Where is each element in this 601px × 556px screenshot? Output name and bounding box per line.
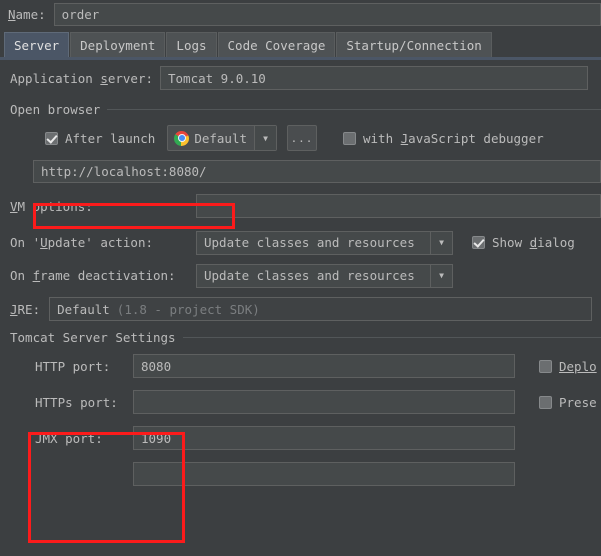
tomcat-settings-section-header: Tomcat Server Settings: [0, 326, 601, 348]
name-row: Name: order: [0, 0, 601, 29]
browser-url-row: http://localhost:8080/: [0, 156, 601, 186]
jmx-port-label: JMX port:: [35, 430, 103, 446]
vm-options-label: VM options:: [10, 198, 93, 214]
on-update-action-label: On 'Update' action:: [10, 235, 153, 250]
jre-hint: (1.8 - project SDK): [116, 301, 260, 317]
on-frame-deactivation-label: On frame deactivation:: [10, 268, 176, 283]
http-port-input[interactable]: 8080: [133, 354, 515, 378]
open-browser-title: Open browser: [10, 101, 101, 117]
on-frame-deactivation-value: Update classes and resources: [204, 268, 415, 283]
https-port-label: HTTPs port:: [35, 394, 118, 410]
jre-label: JRE:: [10, 301, 41, 317]
tomcat-settings-divider: [182, 336, 601, 338]
tab-logs[interactable]: Logs: [166, 32, 217, 57]
https-port-input[interactable]: [133, 390, 515, 414]
jre-row: JRE: Default (1.8 - project SDK): [0, 292, 601, 326]
http-port-label: HTTP port:: [35, 358, 111, 374]
server-tab-panel: Application server: Tomcat 9.0.10 Open b…: [0, 60, 601, 492]
js-debugger-label: with JavaScript debugger: [363, 130, 544, 146]
browser-selector[interactable]: Default ▼: [167, 125, 277, 151]
jmx-port-value: 1090: [141, 430, 172, 446]
on-frame-deactivation-row: On frame deactivation: Update classes an…: [0, 259, 601, 292]
jmx-port-row: JMX port: 1090: [0, 420, 601, 456]
show-dialog-checkbox[interactable]: [472, 236, 485, 249]
http-port-value: 8080: [141, 358, 172, 374]
jmx-port-input[interactable]: 1090: [133, 426, 515, 450]
tab-deployment[interactable]: Deployment: [70, 32, 166, 57]
browser-more-button[interactable]: ...: [287, 125, 317, 151]
name-label-rest: ame:: [15, 7, 46, 22]
after-launch-row: After launch Default ▼ ... with JavaScri…: [0, 120, 601, 156]
browser-url-value: http://localhost:8080/: [41, 163, 207, 179]
application-server-row: Application server: Tomcat 9.0.10: [0, 60, 601, 96]
show-dialog-label: Show dialog: [492, 235, 575, 250]
chevron-down-icon[interactable]: ▼: [254, 126, 276, 150]
name-label: Name:: [8, 7, 46, 22]
application-server-label: Application server:: [10, 70, 153, 86]
tab-code-coverage[interactable]: Code Coverage: [217, 32, 336, 57]
on-update-action-row: On 'Update' action: Update classes and r…: [0, 226, 601, 259]
name-mnemonic: N: [8, 7, 16, 22]
js-debugger-checkbox[interactable]: [343, 131, 356, 145]
on-frame-deactivation-combo[interactable]: Update classes and resources ▼: [196, 263, 453, 288]
on-update-action-combo[interactable]: Update classes and resources ▼: [196, 230, 453, 255]
on-update-action-value: Update classes and resources: [204, 235, 415, 250]
ajp-port-row: [0, 456, 601, 492]
browser-url-input[interactable]: http://localhost:8080/: [33, 159, 601, 183]
application-server-field[interactable]: Tomcat 9.0.10: [160, 66, 588, 90]
chevron-down-icon[interactable]: ▼: [430, 264, 452, 287]
application-server-value: Tomcat 9.0.10: [168, 70, 266, 86]
open-browser-section-header: Open browser: [0, 98, 601, 120]
tab-startup-connection[interactable]: Startup/Connection: [336, 32, 492, 57]
vm-options-row: VM options:: [0, 186, 601, 226]
after-launch-checkbox[interactable]: [45, 131, 58, 145]
browser-selector-inner: Default: [168, 126, 254, 150]
after-launch-label: After launch: [65, 130, 156, 146]
name-input[interactable]: order: [53, 3, 601, 26]
ajp-port-input[interactable]: [133, 462, 515, 486]
tab-server[interactable]: Server: [4, 32, 70, 57]
jre-field[interactable]: Default (1.8 - project SDK): [49, 297, 593, 321]
chrome-icon: [174, 130, 190, 146]
browser-selector-value: Default: [194, 130, 247, 146]
tab-bar: Server Deployment Logs Code Coverage Sta…: [0, 29, 601, 57]
deploy-checkbox[interactable]: [539, 359, 552, 373]
deploy-label: Deplo: [559, 358, 597, 374]
preserve-checkbox[interactable]: [539, 395, 552, 409]
preserve-label: Prese: [559, 394, 597, 410]
open-browser-divider: [107, 108, 601, 110]
tomcat-settings-title: Tomcat Server Settings: [10, 329, 176, 345]
vm-options-input[interactable]: [196, 194, 601, 218]
https-port-row: HTTPs port: Prese: [0, 384, 601, 420]
chevron-down-icon[interactable]: ▼: [430, 231, 452, 254]
http-port-row: HTTP port: 8080 Deplo: [0, 348, 601, 384]
jre-value: Default: [57, 301, 110, 317]
name-input-value: order: [61, 7, 100, 22]
